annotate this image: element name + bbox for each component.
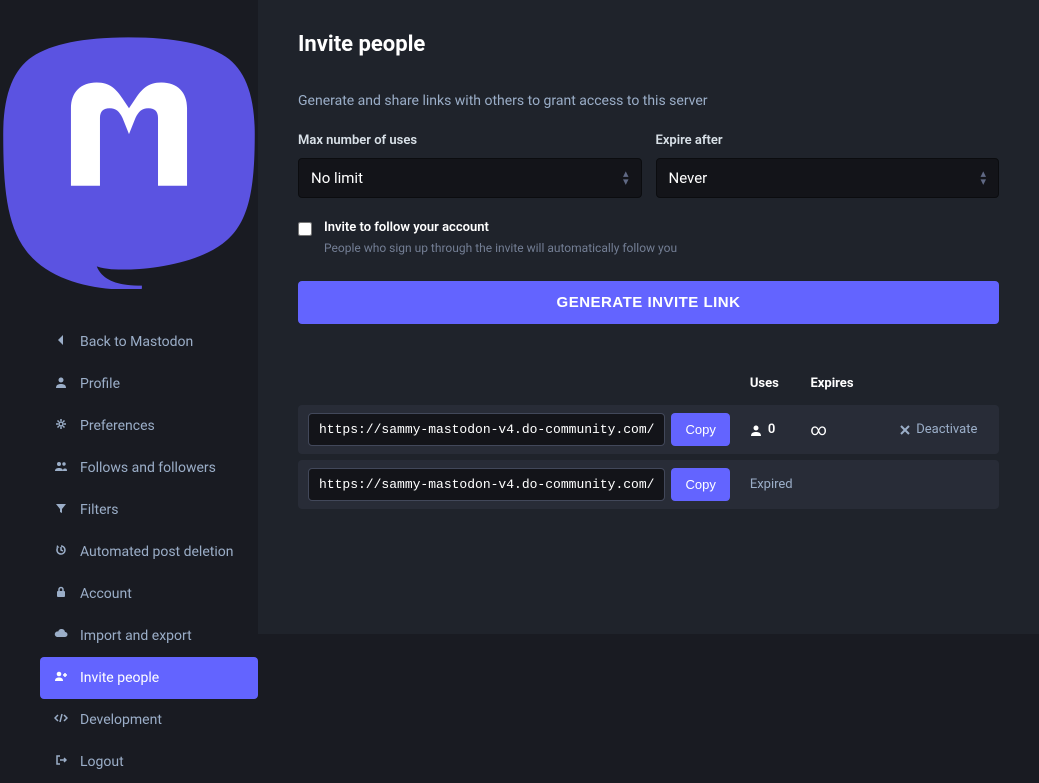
sidebar-item-preferences[interactable]: Preferences xyxy=(40,405,258,447)
expire-value: Never xyxy=(669,169,708,187)
max-uses-select[interactable]: No limit ▴▾ xyxy=(298,158,642,198)
mastodon-logo xyxy=(0,18,258,293)
sidebar-item-import-and-export[interactable]: Import and export xyxy=(40,615,258,657)
chevron-updown-icon: ▴▾ xyxy=(980,170,986,186)
sidebar-item-label: Account xyxy=(80,586,132,602)
cloud-icon xyxy=(54,628,68,644)
sidebar-item-label: Logout xyxy=(80,754,124,770)
sidebar-item-label: Invite people xyxy=(80,670,159,686)
sidebar-item-label: Import and export xyxy=(80,628,192,644)
expire-label: Expire after xyxy=(656,133,1000,148)
expired-label: Expired xyxy=(740,460,999,509)
sidebar-item-label: Back to Mastodon xyxy=(80,334,193,350)
signout-icon xyxy=(54,754,68,770)
invite-follow-checkbox[interactable] xyxy=(298,222,312,236)
invites-table: Uses Expires https://sammy-mastodon-v4.d… xyxy=(298,368,999,509)
page-subtitle: Generate and share links with others to … xyxy=(298,93,999,109)
deactivate-button[interactable]: Deactivate xyxy=(889,422,989,437)
sidebar-item-logout[interactable]: Logout xyxy=(40,741,258,783)
sidebar-item-follows-and-followers[interactable]: Follows and followers xyxy=(40,447,258,489)
sidebar-item-filters[interactable]: Filters xyxy=(40,489,258,531)
copy-button[interactable]: Copy xyxy=(671,468,729,501)
sidebar-item-development[interactable]: Development xyxy=(40,699,258,741)
sidebar-item-label: Automated post deletion xyxy=(80,544,233,560)
copy-button[interactable]: Copy xyxy=(671,413,729,446)
sidebar-item-back-to-mastodon[interactable]: Back to Mastodon xyxy=(40,321,258,363)
invite-row: https://sammy-mastodon-v4.do-community.c… xyxy=(298,405,999,454)
invite-row: https://sammy-mastodon-v4.do-community.c… xyxy=(298,460,999,509)
history-icon xyxy=(54,544,68,560)
sidebar-item-account[interactable]: Account xyxy=(40,573,258,615)
invite-follow-hint: People who sign up through the invite wi… xyxy=(324,241,677,255)
invite-url[interactable]: https://sammy-mastodon-v4.do-community.c… xyxy=(308,468,665,501)
sidebar-item-label: Follows and followers xyxy=(80,460,216,476)
user-icon xyxy=(54,376,68,392)
sidebar-item-label: Filters xyxy=(80,502,119,518)
sidebar-item-label: Development xyxy=(80,712,162,728)
invite-url[interactable]: https://sammy-mastodon-v4.do-community.c… xyxy=(308,413,665,446)
uses-count: 0 xyxy=(750,422,791,437)
sidebar-item-profile[interactable]: Profile xyxy=(40,363,258,405)
max-uses-label: Max number of uses xyxy=(298,133,642,148)
sidebar-item-automated-post-deletion[interactable]: Automated post deletion xyxy=(40,531,258,573)
generate-invite-button[interactable]: Generate invite link xyxy=(298,281,999,324)
code-icon xyxy=(54,712,68,728)
page-title: Invite people xyxy=(298,32,999,57)
col-expires: Expires xyxy=(800,368,878,405)
col-uses: Uses xyxy=(740,368,801,405)
expire-select[interactable]: Never ▴▾ xyxy=(656,158,1000,198)
gear-icon xyxy=(54,418,68,434)
filter-icon xyxy=(54,502,68,518)
chevron-updown-icon: ▴▾ xyxy=(623,170,629,186)
expires-value: ∞ xyxy=(810,420,826,439)
sidebar-item-invite-people[interactable]: Invite people xyxy=(40,657,258,699)
users-icon xyxy=(54,460,68,476)
sidebar-item-label: Preferences xyxy=(80,418,155,434)
user-plus-icon xyxy=(54,670,68,686)
chevron-left-icon xyxy=(54,334,68,350)
lock-icon xyxy=(54,586,68,602)
max-uses-value: No limit xyxy=(311,169,363,187)
sidebar-item-label: Profile xyxy=(80,376,120,392)
invite-follow-label: Invite to follow your account xyxy=(324,220,677,235)
